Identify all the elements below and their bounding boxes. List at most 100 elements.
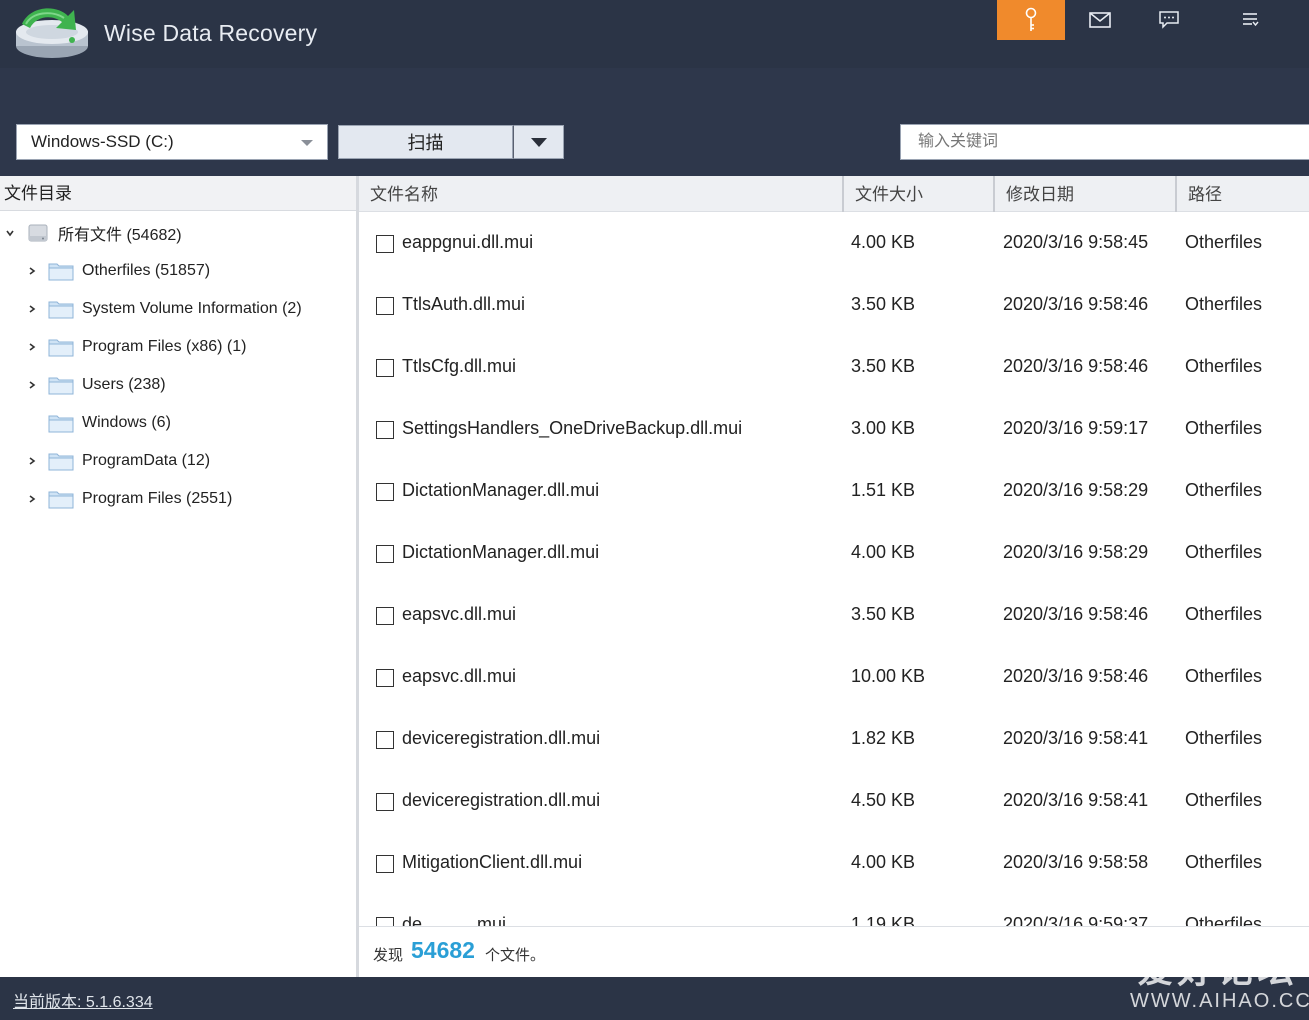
table-row[interactable]: eapsvc.dll.mui 10.00 KB 2020/3/16 9:58:4… <box>359 646 1309 708</box>
row-checkbox[interactable] <box>376 235 394 253</box>
tree-item-program-files[interactable]: Program Files (2551) <box>26 480 232 518</box>
folder-icon <box>48 413 74 433</box>
row-checkbox[interactable] <box>376 545 394 563</box>
tree-item-programdata[interactable]: ProgramData (12) <box>26 442 210 480</box>
file-size: 3.00 KB <box>851 418 916 438</box>
file-name: DictationManager.dll.mui <box>402 480 600 500</box>
tree-item-users[interactable]: Users (238) <box>26 366 166 404</box>
file-date: 2020/3/16 9:58:29 <box>1003 480 1149 500</box>
folder-icon <box>48 261 74 281</box>
feedback-button[interactable] <box>1135 0 1203 40</box>
file-size: 1.51 KB <box>851 480 916 500</box>
row-checkbox[interactable] <box>376 359 394 377</box>
menu-icon <box>1243 13 1259 27</box>
column-header-date[interactable]: 修改日期 <box>993 176 1175 212</box>
file-path: Otherfiles <box>1185 728 1263 748</box>
chevron-right-icon[interactable] <box>26 493 38 505</box>
folder-icon <box>48 489 74 509</box>
scan-button[interactable]: 扫描 <box>338 125 513 159</box>
row-checkbox[interactable] <box>376 607 394 625</box>
chevron-right-icon[interactable] <box>26 379 38 391</box>
file-path: Otherfiles <box>1185 232 1263 252</box>
chevron-right-icon[interactable] <box>26 265 38 277</box>
table-row[interactable]: DictationManager.dll.mui 4.00 KB 2020/3/… <box>359 522 1309 584</box>
file-name: de...........mui <box>402 914 507 926</box>
directory-panel: 文件目录 所有文件 (54682) Otherfiles (51857) Sys… <box>0 176 356 977</box>
watermark-url: WWW.AIHAO.CC <box>1130 990 1309 1012</box>
table-row[interactable]: DictationManager.dll.mui 1.51 KB 2020/3/… <box>359 460 1309 522</box>
tree-item-program-files-x86[interactable]: Program Files (x86) (1) <box>26 328 246 366</box>
row-checkbox[interactable] <box>376 297 394 315</box>
drive-select[interactable]: Windows-SSD (C:) <box>16 124 328 160</box>
file-name: TtlsAuth.dll.mui <box>402 294 526 314</box>
directory-header: 文件目录 <box>0 176 356 211</box>
scan-options-dropdown[interactable] <box>513 125 564 159</box>
toolbar: Windows-SSD (C:) 扫描 <box>0 68 1309 176</box>
table-row[interactable]: TtlsCfg.dll.mui 3.50 KB 2020/3/16 9:58:4… <box>359 336 1309 398</box>
file-name: TtlsCfg.dll.mui <box>402 356 517 376</box>
tree-item-system-volume-information[interactable]: System Volume Information (2) <box>26 290 302 328</box>
drive-select-value: Windows-SSD (C:) <box>31 132 174 151</box>
tree-item-label: Otherfiles (51857) <box>82 262 211 279</box>
table-header: 文件名称 文件大小 修改日期 路径 <box>359 176 1309 212</box>
file-path: Otherfiles <box>1185 914 1263 926</box>
table-row[interactable]: deviceregistration.dll.mui 1.82 KB 2020/… <box>359 708 1309 770</box>
tree-item-otherfiles[interactable]: Otherfiles (51857) <box>26 252 210 290</box>
file-size: 10.00 KB <box>851 666 926 686</box>
scan-button-label: 扫描 <box>407 133 444 153</box>
file-date: 2020/3/16 9:58:46 <box>1003 294 1149 314</box>
key-icon <box>1025 7 1037 31</box>
chevron-down-icon[interactable] <box>4 227 16 239</box>
table-row[interactable]: TtlsAuth.dll.mui 3.50 KB 2020/3/16 9:58:… <box>359 274 1309 336</box>
version-link[interactable]: 当前版本: 5.1.6.334 <box>13 988 153 1012</box>
row-checkbox[interactable] <box>376 917 394 926</box>
tree-item-label: Program Files (x86) (1) <box>82 338 247 355</box>
table-row[interactable]: MitigationClient.dll.mui 4.00 KB 2020/3/… <box>359 832 1309 894</box>
tree-item-windows[interactable]: Windows (6) <box>26 404 171 442</box>
file-path: Otherfiles <box>1185 790 1263 810</box>
license-key-button[interactable] <box>997 0 1065 40</box>
chevron-right-icon[interactable] <box>26 303 38 315</box>
file-size: 4.00 KB <box>851 542 916 562</box>
row-checkbox[interactable] <box>376 483 394 501</box>
table-row[interactable]: deviceregistration.dll.mui 4.50 KB 2020/… <box>359 770 1309 832</box>
main-menu-button[interactable] <box>1216 0 1284 40</box>
file-date: 2020/3/16 9:58:41 <box>1003 790 1149 810</box>
column-header-name[interactable]: 文件名称 <box>359 176 842 212</box>
drive-icon <box>26 223 50 243</box>
folder-icon <box>48 299 74 319</box>
status-prefix: 发现 <box>373 947 404 964</box>
row-checkbox[interactable] <box>376 731 394 749</box>
title-bar: Wise Data Recovery <box>0 0 1309 68</box>
folder-icon <box>48 337 74 357</box>
footer-bar: 当前版本: 5.1.6.334 <box>0 977 1309 1020</box>
file-name: eapsvc.dll.mui <box>402 666 517 686</box>
column-header-path[interactable]: 路径 <box>1175 176 1309 212</box>
table-row[interactable]: SettingsHandlers_OneDriveBackup.dll.mui … <box>359 398 1309 460</box>
row-checkbox[interactable] <box>376 855 394 873</box>
file-path: Otherfiles <box>1185 356 1263 376</box>
tree-root-all-files[interactable]: 所有文件 (54682) <box>4 214 182 252</box>
file-date: 2020/3/16 9:58:29 <box>1003 542 1149 562</box>
file-size: 3.50 KB <box>851 604 916 624</box>
tree-item-label: System Volume Information (2) <box>82 300 302 317</box>
tree-item-label: Users (238) <box>82 376 166 393</box>
file-name: DictationManager.dll.mui <box>402 542 600 562</box>
app-title: Wise Data Recovery <box>104 20 318 46</box>
search-input[interactable] <box>900 124 1309 160</box>
row-checkbox[interactable] <box>376 793 394 811</box>
table-row[interactable]: eappgnui.dll.mui 4.00 KB 2020/3/16 9:58:… <box>359 212 1309 274</box>
chevron-down-icon <box>301 140 313 146</box>
file-size: 4.00 KB <box>851 852 916 872</box>
table-row[interactable]: de...........mui 1.19 KB 2020/3/16 9:59:… <box>359 894 1309 926</box>
mail-button[interactable] <box>1066 0 1134 40</box>
table-row[interactable]: eapsvc.dll.mui 3.50 KB 2020/3/16 9:58:46… <box>359 584 1309 646</box>
row-checkbox[interactable] <box>376 669 394 687</box>
chevron-right-icon[interactable] <box>26 341 38 353</box>
file-size: 4.50 KB <box>851 790 916 810</box>
row-checkbox[interactable] <box>376 421 394 439</box>
file-path: Otherfiles <box>1185 294 1263 314</box>
column-header-size[interactable]: 文件大小 <box>842 176 993 212</box>
chevron-right-icon[interactable] <box>26 455 38 467</box>
found-count: 54682 <box>411 937 475 963</box>
